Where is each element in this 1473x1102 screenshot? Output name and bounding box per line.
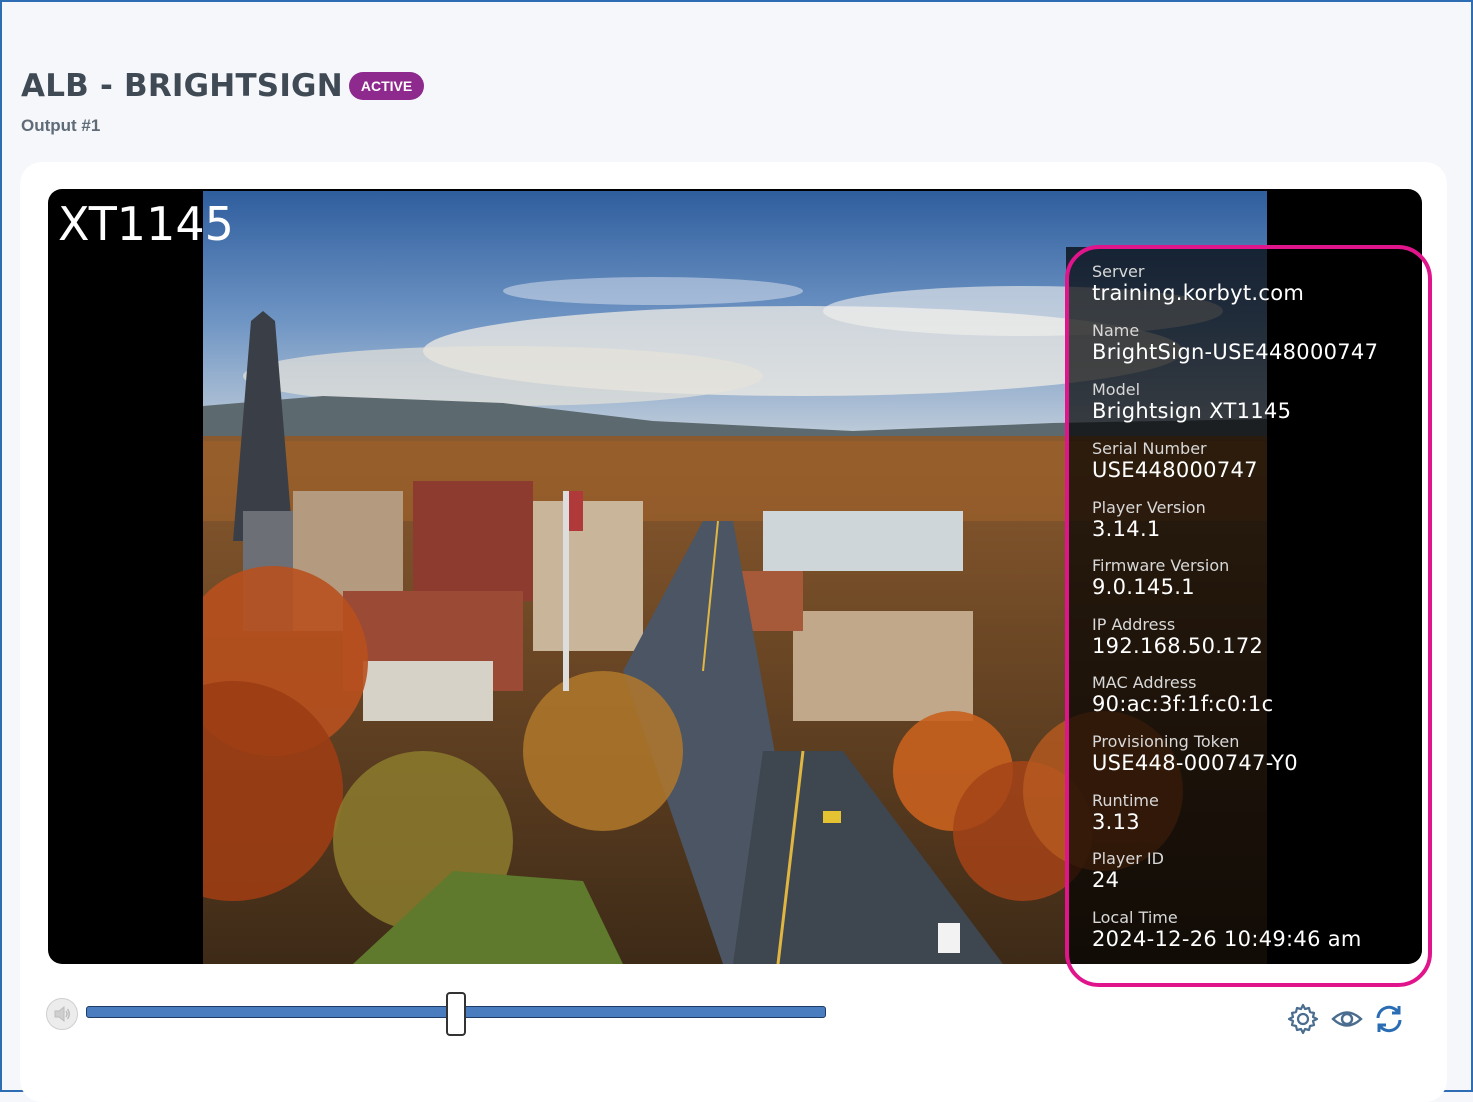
info-label: Runtime [1092, 791, 1159, 810]
info-value: USE448000747 [1092, 458, 1258, 482]
info-label: Serial Number [1092, 439, 1207, 458]
info-model: Model Brightsign XT1145 [1092, 381, 1291, 424]
info-value: 9.0.145.1 [1092, 575, 1195, 599]
info-value: 3.13 [1092, 810, 1140, 834]
refresh-icon[interactable] [1372, 1002, 1406, 1036]
info-firmware-version: Firmware Version 9.0.145.1 [1092, 557, 1229, 600]
info-value: 90:ac:3f:1f:c0:1c [1092, 692, 1274, 716]
player-preview-screen: XT1145 Server training.korbyt.com Name B… [48, 189, 1422, 964]
info-value: Brightsign XT1145 [1092, 399, 1292, 423]
info-label: Local Time [1092, 908, 1178, 927]
info-player-version: Player Version 3.14.1 [1092, 499, 1206, 542]
info-provisioning-token: Provisioning Token USE448-000747-Y0 [1092, 733, 1298, 776]
output-subtitle: Output #1 [21, 116, 101, 135]
info-server: Server training.korbyt.com [1092, 263, 1304, 306]
info-label: Model [1092, 380, 1141, 399]
device-label: XT1145 [58, 197, 234, 251]
title-row: ALB - BRIGHTSIGN ACTIVE [21, 68, 425, 104]
info-mac-address: MAC Address 90:ac:3f:1f:c0:1c [1092, 674, 1273, 717]
info-label: Server [1092, 262, 1145, 281]
volume-icon[interactable] [46, 998, 78, 1030]
info-label: MAC Address [1092, 673, 1197, 692]
info-label: Firmware Version [1092, 556, 1230, 575]
info-label: Provisioning Token [1092, 732, 1240, 751]
info-value: BrightSign-USE448000747 [1092, 340, 1379, 364]
info-runtime: Runtime 3.13 [1092, 792, 1159, 835]
status-badge: ACTIVE [348, 72, 425, 100]
info-ip-address: IP Address 192.168.50.172 [1092, 616, 1263, 659]
info-serial-number: Serial Number USE448000747 [1092, 440, 1258, 483]
info-value: USE448-000747-Y0 [1092, 751, 1298, 775]
info-player-id: Player ID 24 [1092, 850, 1164, 893]
page-header: ALB - BRIGHTSIGN ACTIVE Output #1 [21, 68, 425, 136]
info-value: 192.168.50.172 [1092, 634, 1264, 658]
info-name: Name BrightSign-USE448000747 [1092, 322, 1378, 365]
info-label: Player Version [1092, 498, 1206, 517]
info-value: 24 [1092, 868, 1120, 892]
volume-slider-thumb[interactable] [446, 992, 466, 1036]
info-label: Player ID [1092, 849, 1164, 868]
page-title: ALB - BRIGHTSIGN [21, 68, 343, 104]
info-value: training.korbyt.com [1092, 281, 1305, 305]
device-info-panel: Server training.korbyt.com Name BrightSi… [1066, 247, 1422, 964]
info-label: IP Address [1092, 615, 1176, 634]
info-local-time: Local Time 2024-12-26 10:49:46 am [1092, 909, 1362, 952]
info-value: 2024-12-26 10:49:46 am [1092, 927, 1362, 951]
gear-icon[interactable] [1286, 1002, 1320, 1036]
info-label: Name [1092, 321, 1140, 340]
info-value: 3.14.1 [1092, 517, 1161, 541]
eye-icon[interactable] [1330, 1002, 1364, 1036]
